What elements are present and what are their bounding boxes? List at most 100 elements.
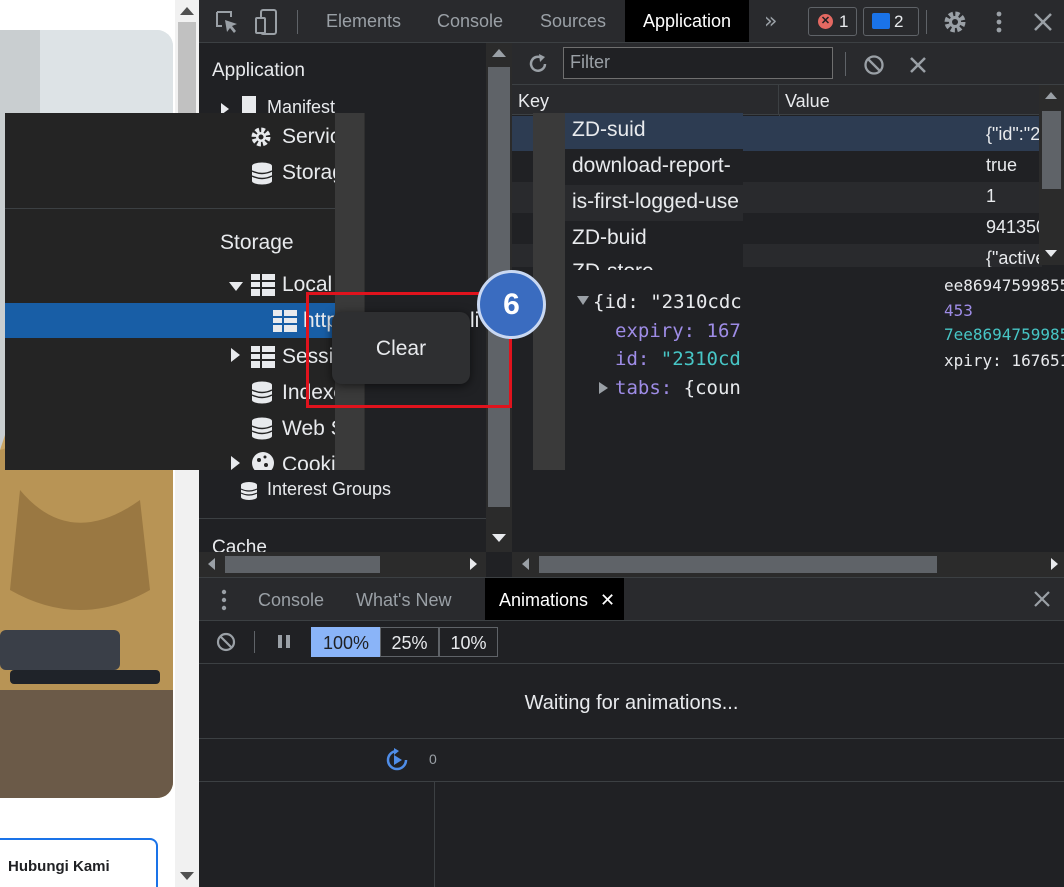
animations-toolbar: 100% 25% 10% xyxy=(199,621,1064,664)
table-grid-icon xyxy=(251,274,275,296)
kebab-menu-icon[interactable] xyxy=(985,8,1013,36)
preview-line: id: "2310cd xyxy=(615,348,741,370)
scroll-down-arrow-icon[interactable] xyxy=(1045,250,1057,257)
zoomed-preview: {id: "2310cdc expiry: 167 id: "2310cd ta… xyxy=(565,282,743,470)
message-icon xyxy=(872,13,890,29)
table-cell-key: ZD-store xyxy=(572,260,654,270)
drawer-tab-animations[interactable]: Animations ✕ xyxy=(485,578,625,622)
table-grid-icon xyxy=(273,310,297,332)
scroll-left-arrow-icon[interactable] xyxy=(522,558,529,570)
messages-badge[interactable]: 2 xyxy=(863,7,919,36)
errors-count: 1 xyxy=(839,12,849,31)
sidebar-storage-header: Storage xyxy=(220,231,294,254)
refresh-icon[interactable] xyxy=(526,52,550,76)
drawer-tab-animations-label: Animations xyxy=(499,590,589,610)
local-storage-origin-tail: li xyxy=(470,309,480,332)
table-hscroll-thumb[interactable] xyxy=(539,556,937,573)
scroll-up-arrow-icon[interactable] xyxy=(180,7,194,15)
scroll-right-arrow-icon[interactable] xyxy=(1051,558,1058,570)
sidebar-hscroll-thumb[interactable] xyxy=(225,556,380,573)
table-hscrollbar[interactable] xyxy=(512,552,1064,577)
expand-arrow-icon[interactable] xyxy=(599,382,608,394)
errors-badge[interactable]: ✕ 1 xyxy=(808,7,857,36)
table-cell-key: is-first-logged-use xyxy=(572,190,739,213)
replay-timeline-icon[interactable] xyxy=(384,747,410,773)
file-icon xyxy=(242,96,256,114)
scroll-up-arrow-icon[interactable] xyxy=(1045,92,1057,99)
scroll-right-arrow-icon[interactable] xyxy=(470,558,477,570)
table-cell-key: ZD-suid xyxy=(572,118,646,141)
table-grid-icon xyxy=(251,346,275,368)
preview-line: tabs: {coun xyxy=(615,377,741,399)
screen: Hubungi Kami Elements Console Sources Ap… xyxy=(0,0,1064,887)
preview-key: id: xyxy=(615,348,650,370)
close-devtools-icon[interactable] xyxy=(1029,8,1057,36)
animation-timeline: 0 xyxy=(199,739,1064,782)
preview-value: 167 xyxy=(695,320,741,342)
table-cell-key: ZD-buid xyxy=(572,226,647,249)
table-cell-key: download-report- xyxy=(572,154,731,177)
expand-arrow-icon[interactable] xyxy=(231,456,240,470)
table-scroll-thumb[interactable] xyxy=(1042,111,1061,189)
tabbar-separator xyxy=(926,10,927,34)
drawer-tab-whats-new[interactable]: What's New xyxy=(356,578,451,620)
preview-value: "2310cd xyxy=(649,348,741,370)
sidebar-hscrollbar[interactable] xyxy=(199,552,486,577)
tab-elements[interactable]: Elements xyxy=(326,0,401,42)
clear-all-icon[interactable] xyxy=(862,53,886,77)
delete-selected-icon[interactable] xyxy=(906,53,930,77)
preview-key: tabs: xyxy=(615,377,673,399)
step-number-badge: 6 xyxy=(477,270,546,339)
toolbar-separator xyxy=(254,631,255,653)
tabbar-separator xyxy=(297,10,298,34)
close-tab-icon[interactable]: ✕ xyxy=(600,578,615,622)
inspect-element-icon[interactable] xyxy=(213,8,241,36)
scroll-up-arrow-icon[interactable] xyxy=(492,49,506,57)
preview-line: 453 xyxy=(944,301,973,320)
speed-100-button[interactable]: 100% xyxy=(311,627,381,657)
close-drawer-icon[interactable] xyxy=(1031,588,1053,610)
contact-button[interactable]: Hubungi Kami xyxy=(0,838,158,887)
drawer-tab-console[interactable]: Console xyxy=(258,578,324,620)
table-scrollbar[interactable] xyxy=(1039,85,1064,265)
drawer-tabbar: Console What's New Animations ✕ xyxy=(199,577,1064,621)
sidebar-divider xyxy=(199,518,486,519)
tab-sources[interactable]: Sources xyxy=(540,0,606,42)
scroll-down-arrow-icon[interactable] xyxy=(180,872,194,880)
clear-animations-icon[interactable] xyxy=(215,631,237,653)
sidebar-cache-header: Cache xyxy=(212,537,267,552)
toolbar-separator xyxy=(845,52,846,76)
cookie-icon xyxy=(251,451,275,470)
storage-toolbar: Filter xyxy=(512,43,1064,85)
speed-10-button[interactable]: 10% xyxy=(439,627,498,657)
device-toolbar-icon[interactable] xyxy=(253,8,281,36)
preview-line: expiry: 167 xyxy=(615,320,741,342)
sidebar-item-interest-groups[interactable]: Interest Groups xyxy=(267,479,391,500)
devtools-tabbar: Elements Console Sources Application » ✕… xyxy=(199,0,1064,43)
tab-application[interactable]: Application xyxy=(625,0,750,42)
collapse-arrow-icon[interactable] xyxy=(229,282,243,291)
speed-25-button[interactable]: 25% xyxy=(380,627,439,657)
preview-value: {coun xyxy=(672,377,741,399)
drawer-menu-icon[interactable] xyxy=(219,588,229,612)
expand-arrow-icon[interactable] xyxy=(231,348,240,362)
column-header-value[interactable]: Value xyxy=(779,85,1064,115)
tab-console[interactable]: Console xyxy=(437,0,503,42)
column-header-key[interactable]: Key xyxy=(512,85,779,115)
collapse-arrow-icon[interactable] xyxy=(577,296,589,305)
scroll-left-arrow-icon[interactable] xyxy=(208,558,215,570)
zoomed-key-column: ZD-suid download-report- is-first-logged… xyxy=(565,113,743,270)
sidebar-application-header: Application xyxy=(212,60,305,81)
scroll-down-arrow-icon[interactable] xyxy=(492,534,506,542)
gear-icon[interactable] xyxy=(941,8,969,36)
messages-count: 2 xyxy=(894,12,904,31)
pause-icon[interactable] xyxy=(277,634,291,650)
database-icon xyxy=(239,481,259,501)
timeline-marker-line xyxy=(434,782,435,887)
sidebar-divider xyxy=(5,208,335,209)
error-icon: ✕ xyxy=(818,14,833,29)
database-icon xyxy=(251,381,273,405)
preview-line: 7ee86947599855a1662" xyxy=(944,325,1064,344)
more-tabs-chevron-icon[interactable]: » xyxy=(764,8,792,36)
filter-input[interactable]: Filter xyxy=(563,47,833,79)
